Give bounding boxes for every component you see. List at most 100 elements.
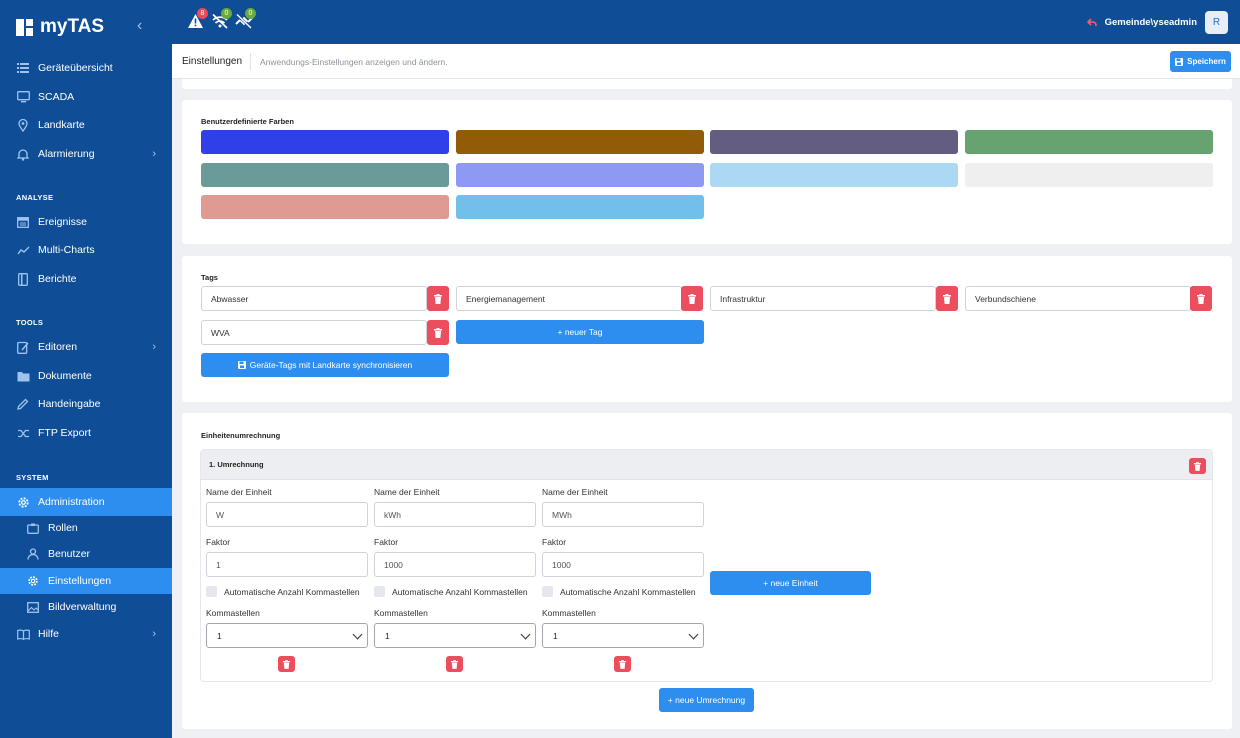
sidebar-item-rollen[interactable]: Rollen: [0, 515, 172, 541]
chevron-down-icon: [520, 629, 531, 640]
auto-decimals-checkbox[interactable]: [374, 586, 385, 597]
factor-input[interactable]: 1: [206, 552, 368, 577]
factor-input[interactable]: 1000: [374, 552, 536, 577]
decimals-select[interactable]: 1: [374, 623, 536, 648]
sidebar-item-dokumente[interactable]: Dokumente: [0, 362, 172, 390]
sidebar-item-label: Administration: [38, 496, 105, 508]
sidebar-item-administration[interactable]: Administration: [0, 488, 172, 516]
trash-icon: [1194, 461, 1201, 471]
decimals-value: 1: [385, 630, 390, 641]
decimals-select[interactable]: 1: [206, 623, 368, 648]
sidebar-item-label: Hilfe: [38, 628, 60, 640]
color-swatch[interactable]: [201, 130, 449, 154]
sidebar-item-bildverwaltung[interactable]: Bildverwaltung: [0, 594, 172, 620]
color-swatch[interactable]: [201, 163, 449, 187]
auto-decimals-checkbox[interactable]: [206, 586, 217, 597]
unit-name-label: Name der Einheit: [374, 487, 440, 497]
custom-colors-card: Benutzerdefinierte Farben: [182, 100, 1232, 244]
sidebar-item-landkarte[interactable]: Landkarte: [0, 111, 172, 139]
color-swatch[interactable]: [456, 163, 704, 187]
color-swatch[interactable]: [710, 163, 958, 187]
tag-input[interactable]: WVA: [201, 320, 427, 345]
new-conversion-button[interactable]: + neue Umrechnung: [659, 688, 754, 712]
warning-alert[interactable]: 8: [187, 8, 208, 31]
factor-label: Faktor: [542, 537, 567, 547]
conversion-header: 1. Umrechnung: [201, 450, 1212, 480]
sidebar-item-benutzer[interactable]: Benutzer: [0, 541, 172, 567]
unit-name-label: Name der Einheit: [206, 487, 272, 497]
conversion-title: 1. Umrechnung: [209, 460, 264, 469]
sidebar-item-berichte[interactable]: Berichte: [0, 265, 172, 293]
factor-input[interactable]: 1000: [542, 552, 704, 577]
auto-decimals-checkbox[interactable]: [542, 586, 553, 597]
report-icon: [16, 272, 30, 286]
sidebar-item-einstellungen[interactable]: Einstellungen: [0, 568, 172, 594]
sidebar-item-label: Editoren: [38, 341, 78, 353]
color-swatch[interactable]: [201, 195, 449, 219]
new-unit-button[interactable]: + neue Einheit: [710, 571, 871, 595]
new-tag-button[interactable]: + neuer Tag: [456, 320, 704, 344]
delete-unit-button[interactable]: [446, 656, 463, 672]
trash-icon: [283, 659, 290, 669]
tag-input[interactable]: Infrastruktur: [710, 286, 936, 311]
undo-icon: [1086, 18, 1097, 26]
delete-tag-button[interactable]: [936, 286, 958, 311]
delete-unit-button[interactable]: [278, 656, 295, 672]
delete-tag-button[interactable]: [427, 286, 449, 311]
delete-tag-button[interactable]: [1190, 286, 1212, 311]
previous-card: [182, 79, 1232, 89]
sync-tags-label: Geräte-Tags mit Landkarte synchronisiere…: [249, 360, 413, 370]
book-icon: [16, 627, 30, 641]
delete-tag-button[interactable]: [427, 320, 449, 345]
trash-icon: [434, 293, 442, 304]
app-name: myTAS: [40, 16, 105, 37]
connection-alert[interactable]: 0: [211, 8, 232, 31]
tag-input[interactable]: Energiemanagement: [456, 286, 682, 311]
sidebar-item-handeingabe[interactable]: Handeingabe: [0, 390, 172, 418]
collapse-sidebar-icon[interactable]: ‹: [137, 17, 142, 35]
delete-tag-button[interactable]: [681, 286, 703, 311]
chevron-right-icon: ›: [152, 148, 156, 160]
sidebar-item-label: Berichte: [38, 273, 77, 285]
tag-input[interactable]: Abwasser: [201, 286, 427, 311]
page-subtitle: Anwendungs-Einstellungen anzeigen und än…: [260, 57, 448, 67]
color-swatch[interactable]: [456, 195, 704, 219]
section-tools: TOOLS: [16, 318, 44, 327]
image-icon: [26, 600, 40, 614]
color-swatch[interactable]: [965, 163, 1213, 187]
sidebar-item-ftp-export[interactable]: FTP Export: [0, 419, 172, 447]
unit-name-input[interactable]: kWh: [374, 502, 536, 527]
alert-count-badge: 0: [221, 8, 232, 19]
app-logo[interactable]: myTAS: [16, 16, 104, 38]
sidebar-item-multi-charts[interactable]: Multi-Charts: [0, 236, 172, 264]
sidebar-item-label: Ereignisse: [38, 216, 88, 228]
page-title: Einstellungen: [182, 56, 243, 67]
sidebar-item-scada[interactable]: SCADA: [0, 83, 172, 111]
avatar[interactable]: R: [1205, 11, 1228, 34]
sync-tags-button[interactable]: Geräte-Tags mit Landkarte synchronisiere…: [201, 353, 449, 377]
sidebar-item-hilfe[interactable]: Hilfe ›: [0, 620, 172, 648]
satellite-alert[interactable]: 0: [235, 8, 256, 31]
sidebar-item-editoren[interactable]: Editoren ›: [0, 333, 172, 361]
sidebar-item-alarmierung[interactable]: Alarmierung ›: [0, 140, 172, 168]
sidebar-item-label: Benutzer: [48, 548, 91, 560]
bell-icon: [16, 147, 30, 161]
sidebar-item-geraeteuebersicht[interactable]: Geräteübersicht: [0, 54, 172, 82]
sidebar-item-ereignisse[interactable]: Ereignisse: [0, 208, 172, 236]
auto-decimals-label: Automatische Anzahl Kommastellen: [560, 587, 696, 597]
delete-unit-button[interactable]: [614, 656, 631, 672]
unit-name-input[interactable]: W: [206, 502, 368, 527]
tag-input[interactable]: Verbundschiene: [965, 286, 1191, 311]
table-icon: [16, 215, 30, 229]
delete-conversion-button[interactable]: [1189, 458, 1206, 474]
user-menu[interactable]: Gemeinde\yseadmin R: [1086, 11, 1228, 34]
color-swatch[interactable]: [710, 130, 958, 154]
save-button[interactable]: Speichern: [1170, 51, 1231, 72]
color-swatch[interactable]: [456, 130, 704, 154]
trash-icon: [619, 659, 626, 669]
color-swatch[interactable]: [965, 130, 1213, 154]
sidebar-item-label: Geräteübersicht: [38, 62, 113, 74]
unit-name-input[interactable]: MWh: [542, 502, 704, 527]
decimals-select[interactable]: 1: [542, 623, 704, 648]
trash-icon: [688, 293, 696, 304]
